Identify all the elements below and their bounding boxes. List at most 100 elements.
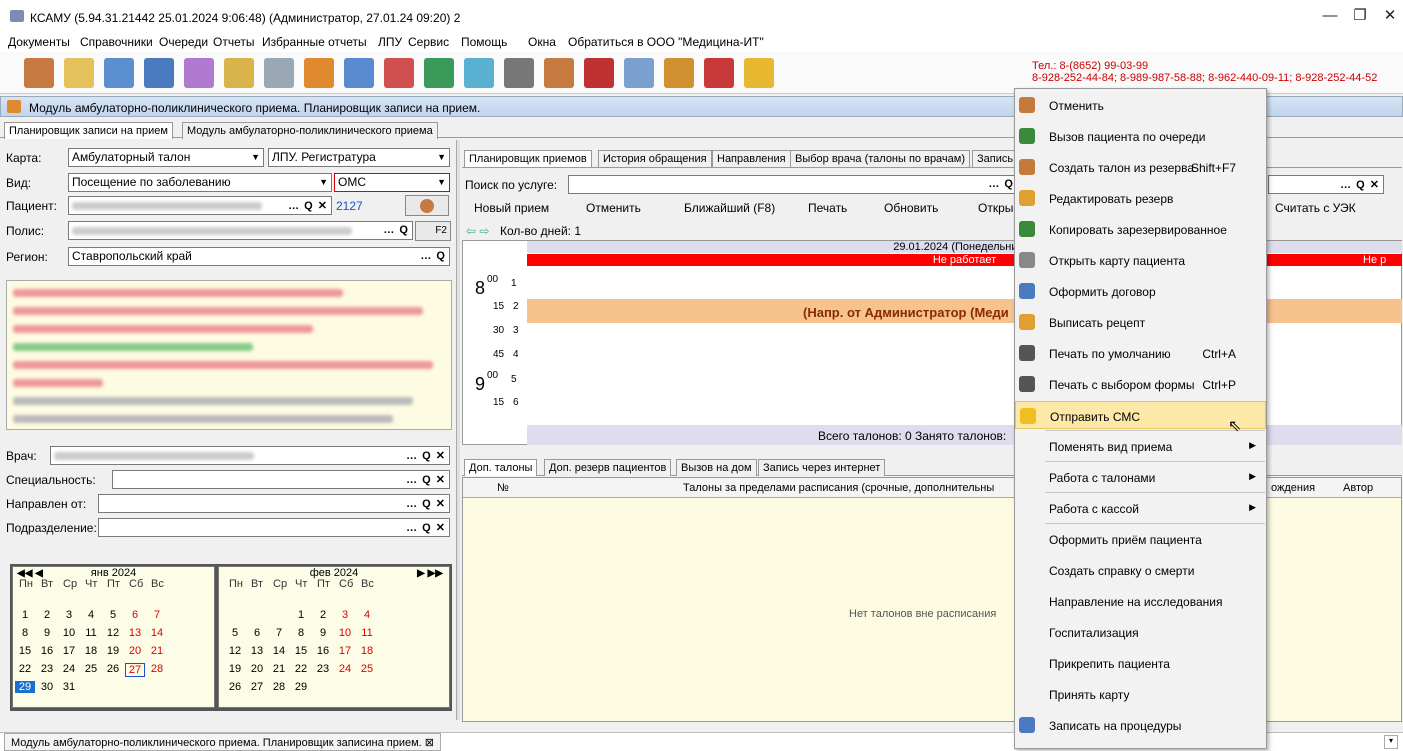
book-red-icon[interactable] [584,58,614,88]
barcode-icon[interactable] [504,58,534,88]
menu-item[interactable]: Выписать рецепт [1015,308,1266,336]
menu-lpu[interactable]: ЛПУ [378,35,402,49]
menu-item[interactable]: Записать на процедуры [1015,711,1266,739]
menu-item[interactable]: Работа с кассой ▶ [1015,494,1266,522]
calendar-day[interactable]: 23 [313,663,333,675]
lpu-select[interactable]: ЛПУ. Регистратура ▼ [268,148,450,167]
maximize-button[interactable]: ❐ [1345,6,1375,26]
doctor-icon[interactable] [24,58,54,88]
syringe-icon[interactable] [264,58,294,88]
taskbar-module-item[interactable]: Модуль амбулаторно-поликлинического прие… [4,733,442,751]
calendar-day[interactable]: 29 [291,681,311,693]
menu-directories[interactable]: Справочники [80,35,153,49]
calendar-day[interactable]: 5 [225,627,245,639]
menu-documents[interactable]: Документы [8,35,70,49]
spec-field[interactable]: … Q ✕ [112,470,450,489]
card-icon[interactable] [104,58,134,88]
menu-service[interactable]: Сервис [408,35,449,49]
calendar-day[interactable]: 20 [247,663,267,675]
chart-icon[interactable] [464,58,494,88]
calendar-day[interactable]: 19 [103,645,123,657]
menu-item[interactable]: Редактировать резерв [1015,184,1266,212]
calendar-day[interactable]: 19 [225,663,245,675]
menu-windows[interactable]: Окна [528,35,556,49]
calendar-day[interactable]: 14 [147,627,167,639]
menu-item[interactable]: Создать справку о смерти [1015,556,1266,584]
minimize-button[interactable]: — [1315,6,1345,26]
calendar-day[interactable]: 14 [269,645,289,657]
read-uek-button[interactable]: Считать с УЭК [1275,201,1356,215]
calendar-day[interactable]: 8 [291,627,311,639]
open-button[interactable]: Откры [978,201,1013,215]
calendar-day[interactable]: 24 [335,663,355,675]
tab-planner[interactable]: Планировщик записи на прием [4,122,173,139]
menu-item[interactable]: Прикрепить пациента [1015,649,1266,677]
tab-referrals[interactable]: Направления [712,150,791,167]
menu-help[interactable]: Помощь [461,35,507,49]
calendar-day[interactable]: 3 [335,609,355,621]
menu-contact[interactable]: Обратиться в ООО "Медицина-ИТ" [568,35,764,49]
calendar-day[interactable]: 13 [125,627,145,639]
calendar-day[interactable]: 7 [147,609,167,621]
menu-reports[interactable]: Отчеты [213,35,254,49]
menu-item[interactable]: Печать по умолчанию Ctrl+A [1015,339,1266,367]
calendar-day[interactable]: 28 [147,663,167,675]
calendar-day[interactable]: 25 [81,663,101,675]
calendar-day[interactable]: 10 [59,627,79,639]
calendar-day[interactable]: 1 [291,609,311,621]
calendar-day[interactable]: 22 [291,663,311,675]
calendar-day[interactable]: 24 [59,663,79,675]
calendar-day[interactable]: 16 [313,645,333,657]
calendar-day[interactable]: 4 [357,609,377,621]
menu-item[interactable]: Оформить приём пациента [1015,525,1266,553]
tab-extra-reserve[interactable]: Доп. резерв пациентов [544,459,672,476]
search-clear-icon[interactable]: … Q ✕ [406,497,446,510]
patient-card-button[interactable] [405,195,449,216]
calendar-day[interactable]: 20 [125,645,145,657]
calendar-day[interactable]: 1 [15,609,35,621]
notebook-icon[interactable] [64,58,94,88]
menu-item[interactable]: Открыть карту пациента [1015,246,1266,274]
napr-field[interactable]: … Q ✕ [98,494,450,513]
calendar-day[interactable]: 4 [81,609,101,621]
tab-appointments[interactable]: Планировщик приемов [464,150,592,167]
search-service-input-2[interactable]: … Q ✕ [1268,175,1384,194]
edit-icon[interactable] [224,58,254,88]
tab-home-visit[interactable]: Вызов на дом [676,459,757,476]
tab-history[interactable]: История обращения [598,150,712,167]
tab-record[interactable]: Запись [972,150,1019,167]
calendar-day[interactable]: 9 [37,627,57,639]
search-icon[interactable]: … Q [988,178,1014,190]
nearest-button[interactable]: Ближайший (F8) [684,201,775,215]
calendar-day[interactable]: 7 [269,627,289,639]
calendar-day[interactable]: 30 [37,681,57,693]
calendar-day[interactable]: 12 [103,627,123,639]
calendar-day[interactable]: 11 [357,627,377,639]
search-icon[interactable]: … Q [420,250,446,262]
patient-icon[interactable] [544,58,574,88]
menu-item[interactable]: Отменить [1015,91,1266,119]
lab-icon[interactable] [344,58,374,88]
calendar-day[interactable]: 2 [37,609,57,621]
polis-field[interactable]: … Q [68,221,413,240]
calendar-day[interactable]: 16 [37,645,57,657]
search-clear-icon[interactable]: … Q ✕ [406,449,446,462]
menu-item[interactable]: Поменять вид приема ▶ [1015,432,1266,460]
calendar-day[interactable]: 18 [81,645,101,657]
tab-extra-tickets[interactable]: Доп. талоны [464,459,538,476]
search-clear-icon[interactable]: … Q ✕ [406,521,446,534]
id-card-icon[interactable] [144,58,174,88]
pdf-icon[interactable] [704,58,734,88]
region-field[interactable]: Ставропольский край … Q [68,247,450,266]
calendar-day[interactable]: 28 [269,681,289,693]
new-appointment-button[interactable]: Новый прием [474,201,549,215]
next-month-icon[interactable]: ▶ ▶▶ [417,568,443,579]
chevron-down-icon[interactable]: ▾ [1384,735,1398,749]
calendar-day[interactable]: 3 [59,609,79,621]
calendar-day[interactable]: 15 [291,645,311,657]
calendar-day[interactable]: 15 [15,645,35,657]
calendar-icon[interactable] [304,58,334,88]
calendar-day[interactable]: 11 [81,627,101,639]
menu-favorite-reports[interactable]: Избранные отчеты [262,35,367,49]
print-button[interactable]: Печать [808,201,847,215]
